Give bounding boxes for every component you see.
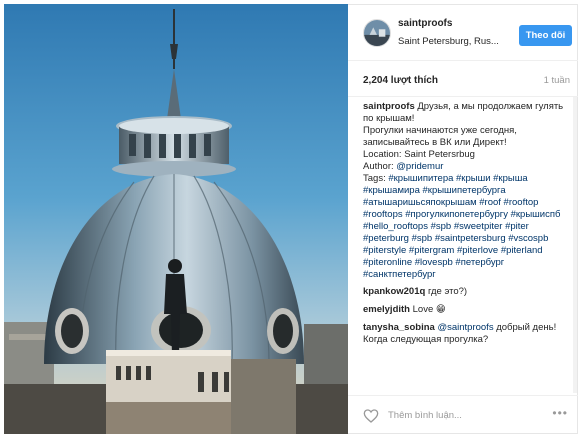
avatar[interactable] xyxy=(363,19,391,47)
username[interactable]: saintproofs xyxy=(398,18,452,29)
caption-tags: Tags: #крышипитера #крыши #крыша #крышам… xyxy=(363,173,572,281)
post-panel: saintproofs Saint Petersburg, Rus... The… xyxy=(348,4,578,434)
list-item: emelyjdith Love 😁 xyxy=(363,304,572,316)
post-photo[interactable] xyxy=(4,4,348,434)
caption-username[interactable]: saintproofs xyxy=(363,101,415,112)
author-mention-link[interactable]: @pridemur xyxy=(396,161,443,172)
caption-line-2: Прогулки начинаются уже сегодня, записыв… xyxy=(363,125,517,148)
comment-input[interactable]: Thêm bình luận... xyxy=(388,410,462,421)
comments-list: saintproofs Друзья, а мы продолжаем гуля… xyxy=(363,101,572,391)
caption-line-3: Location: Saint Petersrbug xyxy=(363,149,475,160)
likes-count[interactable]: 2,204 lượt thích xyxy=(363,75,438,86)
add-comment-bar: Thêm bình luận... ••• xyxy=(348,395,578,435)
post-stats: 2,204 lượt thích 1 tuần xyxy=(348,61,578,97)
follow-button[interactable]: Theo dõi xyxy=(519,25,572,46)
comment-username[interactable]: emelyjdith xyxy=(363,304,410,315)
comment-mention-link[interactable]: @saintproofs xyxy=(437,322,493,333)
caption: saintproofs Друзья, а мы продолжаем гуля… xyxy=(363,101,572,281)
comment-username[interactable]: tanysha_sobina xyxy=(363,322,435,333)
post-time[interactable]: 1 tuần xyxy=(544,75,570,86)
post-header: saintproofs Saint Petersburg, Rus... The… xyxy=(348,5,578,61)
tags-prefix: Tags: xyxy=(363,173,389,184)
hashtags-link[interactable]: #крышипитера #крыши #крыша #крышамира #к… xyxy=(363,173,560,280)
list-item: tanysha_sobina @saintproofs добрый день!… xyxy=(363,322,572,346)
comment-username[interactable]: kpankow201q xyxy=(363,286,425,297)
comment-text: где это?) xyxy=(427,286,468,297)
comment-text: Love 😁 xyxy=(412,304,446,315)
heart-icon[interactable] xyxy=(363,408,379,424)
more-options-icon[interactable]: ••• xyxy=(552,406,568,420)
location-link[interactable]: Saint Petersburg, Rus... xyxy=(398,36,508,47)
caption-line-4: Author: @pridemur xyxy=(363,161,572,173)
comments-scrollbar[interactable] xyxy=(573,97,577,393)
author-prefix: Author: xyxy=(363,161,397,172)
list-item: kpankow201q где это?) xyxy=(363,286,572,298)
